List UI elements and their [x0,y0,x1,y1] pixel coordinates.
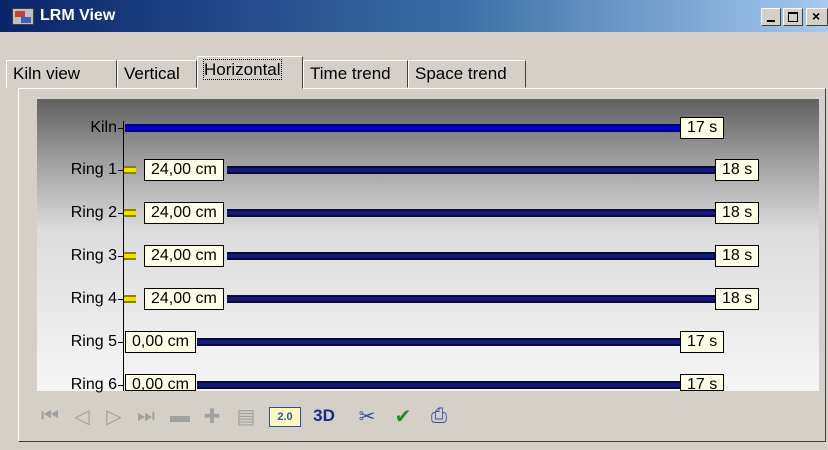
next-icon[interactable]: ▷ [101,403,127,429]
value-label-ring-1: 24,00 cm [144,159,224,181]
tick [118,299,123,300]
horizontal-chart: Kiln 17 s Ring 1 24,00 cm 18 s Ring 2 24… [37,99,819,393]
row-label-ring-3: Ring 3 [70,247,117,264]
bar-ring-3 [227,252,717,260]
last-icon[interactable]: ⏭ [133,403,159,429]
tick [118,342,123,343]
bar-ring-1 [227,166,717,174]
value-label-ring-3: 24,00 cm [144,245,224,267]
tab-vertical[interactable]: Vertical [117,60,197,88]
tick [118,256,123,257]
print-icon[interactable]: ⎙ [425,403,453,429]
stub-ring-1 [124,166,136,174]
app-icon [12,8,34,25]
time-label-ring-4: 18 s [715,288,760,310]
tick [118,170,123,171]
time-label-kiln: 17 s [680,117,725,139]
stub-ring-2 [124,209,136,217]
3d-icon[interactable]: 3D [307,403,341,429]
bar-ring-4 [227,295,717,303]
row-label-ring-5: Ring 5 [70,333,117,350]
row-label-ring-1: Ring 1 [70,161,117,178]
first-icon[interactable]: ⏮ [37,403,63,429]
bar-ring-6 [197,381,687,389]
window-title: LRM View [40,7,116,24]
row-label-ring-2: Ring 2 [70,204,117,221]
row-label-kiln: Kiln [90,119,117,136]
minus-icon[interactable]: ▬ [165,403,195,429]
tab-panel: Kiln 17 s Ring 1 24,00 cm 18 s Ring 2 24… [18,88,826,442]
close-button[interactable]: × [806,8,828,26]
check-icon[interactable]: ✔ [389,403,417,429]
version-icon[interactable]: 2.0 [269,407,301,427]
title-bar: LRM View × [0,0,828,32]
tab-horizontal[interactable]: Horizontal [197,56,303,89]
tick [118,385,123,386]
time-label-ring-1: 18 s [715,159,760,181]
tab-kiln-view[interactable]: Kiln view [6,60,117,88]
prev-icon[interactable]: ◁ [69,403,95,429]
row-label-ring-6: Ring 6 [70,376,117,393]
time-label-ring-5: 17 s [680,331,725,353]
bar-ring-5 [197,338,687,346]
document-icon[interactable]: ▤ [233,403,259,429]
value-label-ring-5: 0,00 cm [125,331,196,353]
tab-space-trend[interactable]: Space trend [408,60,526,88]
time-label-ring-3: 18 s [715,245,760,267]
maximize-button[interactable] [783,8,803,26]
time-label-ring-2: 18 s [715,202,760,224]
bar-kiln [125,124,685,132]
tools-icon[interactable]: ✂ [353,403,381,429]
value-label-ring-2: 24,00 cm [144,202,224,224]
value-label-ring-4: 24,00 cm [144,288,224,310]
time-label-ring-6: 17 s [680,374,725,393]
minimize-button[interactable] [761,8,781,26]
plus-icon[interactable]: ✚ [199,403,225,429]
tick [118,128,123,129]
stub-ring-3 [124,252,136,260]
tick [118,213,123,214]
toolbar: ⏮ ◁ ▷ ⏭ ▬ ✚ ▤ 2.0 3D ✂ ✔ ⎙ [37,395,819,435]
stub-ring-4 [124,295,136,303]
value-label-ring-6: 0,00 cm [125,374,196,393]
row-label-ring-4: Ring 4 [70,290,117,307]
bar-ring-2 [227,209,717,217]
close-icon: × [812,8,821,24]
tab-time-trend[interactable]: Time trend [303,60,408,88]
